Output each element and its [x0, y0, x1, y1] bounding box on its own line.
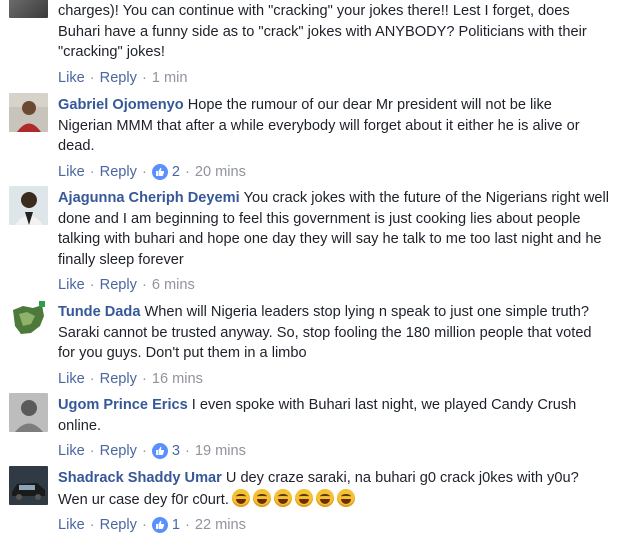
separator-dot: · [89, 443, 95, 459]
timestamp[interactable]: 16 mins [152, 371, 203, 387]
comment-actions: Like · Reply · 1 · 22 mins [58, 515, 610, 535]
separator-dot: · [141, 370, 147, 387]
separator-dot: · [89, 163, 95, 180]
comment-actions: Like · Reply · 2 · 20 mins [58, 162, 610, 182]
reaction-count[interactable]: 3 [151, 443, 180, 459]
reply-link[interactable]: Reply [100, 517, 137, 533]
separator-dot: · [141, 517, 147, 533]
avatar[interactable] [9, 186, 48, 225]
avatar[interactable] [9, 300, 48, 339]
reaction-count[interactable]: 1 [151, 517, 180, 533]
comment-author[interactable]: Shadrack Shaddy Umar [58, 470, 222, 486]
comment-actions: Like · Reply · 1 min [58, 68, 610, 88]
like-link[interactable]: Like [58, 517, 85, 533]
reply-link[interactable]: Reply [100, 70, 137, 86]
timestamp[interactable]: 1 min [152, 70, 188, 86]
timestamp[interactable]: 20 mins [195, 164, 246, 180]
like-link[interactable]: Like [58, 70, 85, 86]
laughing-face-icon [231, 488, 250, 507]
laughing-face-icon [315, 488, 334, 507]
car-photo-icon [9, 466, 48, 505]
comment-author[interactable]: Ugom Prince Erics [58, 397, 188, 413]
nigeria-map-icon [9, 300, 48, 339]
comment-author[interactable]: Ajagunna Cheriph Deyemi [58, 190, 240, 206]
avatar[interactable] [9, 466, 48, 505]
profile-photo-icon [9, 393, 48, 432]
reply-link[interactable]: Reply [100, 371, 137, 387]
separator-dot: · [89, 370, 95, 387]
separator-dot: · [89, 69, 95, 86]
reply-link[interactable]: Reply [100, 277, 137, 293]
comment-text: charges)! You can continue with "crackin… [58, 3, 587, 60]
reaction-count-label: 2 [171, 163, 180, 180]
timestamp[interactable]: 22 mins [195, 517, 246, 533]
avatar[interactable] [9, 93, 48, 132]
timestamp[interactable]: 6 mins [152, 277, 195, 293]
comment-text: Gabriel Ojomenyo Hope the rumour of our d… [58, 95, 610, 157]
thumbs-up-icon [151, 517, 168, 533]
comment-text: Ajagunna Cheriph Deyemi You crack jokes w… [58, 188, 610, 270]
comment-actions: Like · Reply · 6 mins [58, 275, 610, 295]
separator-dot: · [89, 517, 95, 533]
laughing-face-icon [252, 488, 271, 507]
separator-dot: · [184, 517, 190, 533]
timestamp[interactable]: 19 mins [195, 443, 246, 459]
laughing-face-icon [294, 488, 313, 507]
reaction-count-label: 3 [171, 443, 180, 459]
like-link[interactable]: Like [58, 371, 85, 387]
separator-dot: · [141, 443, 147, 459]
thumbs-up-icon [151, 163, 168, 180]
comment-author[interactable]: Gabriel Ojomenyo [58, 97, 184, 113]
separator-dot: · [141, 163, 147, 180]
comment-actions: Like · Reply · 16 mins [58, 369, 610, 389]
like-link[interactable]: Like [58, 443, 85, 459]
separator-dot: · [141, 277, 147, 293]
separator-dot: · [141, 69, 147, 86]
laughing-face-icon [273, 488, 292, 507]
reply-link[interactable]: Reply [100, 443, 137, 459]
reaction-count[interactable]: 2 [151, 163, 180, 180]
reply-link[interactable]: Reply [100, 164, 137, 180]
like-link[interactable]: Like [58, 277, 85, 293]
separator-dot: · [184, 443, 190, 459]
separator-dot: · [184, 163, 190, 180]
comment-list: charges)! You can continue with "crackin… [0, 0, 617, 539]
profile-photo-icon [9, 93, 48, 132]
comment-text: Ugom Prince Erics I even spoke with Buhar… [58, 395, 610, 436]
comment-text: Tunde Dada When will Nigeria leaders stop… [58, 302, 610, 364]
comment-actions: Like · Reply · 3 · 19 mins [58, 441, 610, 461]
comment-text: Shadrack Shaddy Umar U dey craze saraki, … [58, 468, 610, 510]
like-link[interactable]: Like [58, 164, 85, 180]
separator-dot: · [89, 277, 95, 293]
avatar[interactable] [9, 0, 48, 18]
profile-photo-icon [9, 186, 48, 225]
avatar[interactable] [9, 393, 48, 432]
reaction-count-label: 1 [171, 517, 180, 533]
comment-author[interactable]: Tunde Dada [58, 304, 140, 320]
laughing-face-icon [336, 488, 355, 507]
thumbs-up-icon [151, 443, 168, 459]
